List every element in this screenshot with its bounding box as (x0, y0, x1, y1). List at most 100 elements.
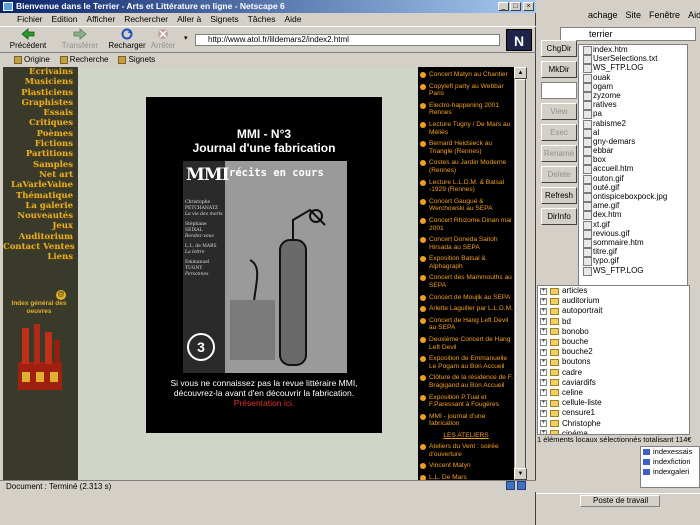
security-icon[interactable] (506, 481, 515, 490)
menu-signets[interactable]: Signets (210, 13, 238, 26)
ftp-button[interactable]: MkDir (541, 61, 577, 78)
expand-icon[interactable]: + (540, 358, 547, 366)
scrollbar-thumb[interactable] (515, 79, 526, 469)
folder-tree-item[interactable]: + bouche (538, 337, 689, 347)
event-link[interactable]: Concert des Mammouths au SEPA (418, 274, 514, 289)
recherche-button[interactable]: Recherche (59, 53, 108, 66)
ftp-file-item[interactable]: ogam (579, 82, 687, 92)
folder-tree-item[interactable]: + bouche2 (538, 347, 689, 357)
ftp-file-item[interactable]: ontispiceboxpock.jpg (579, 192, 687, 203)
menu-fichier[interactable]: Fichier (17, 13, 43, 26)
ftp-file-item[interactable]: pa (579, 109, 687, 120)
folder-tree-item[interactable]: + boutons (538, 357, 689, 367)
email-at-icon[interactable]: @ (56, 290, 66, 300)
expand-icon[interactable]: + (540, 420, 547, 428)
forward-button[interactable]: Transférer (60, 28, 100, 52)
left-nav-item[interactable]: Liens (3, 252, 78, 262)
ftp-file-item[interactable]: xt.gif (579, 220, 687, 230)
expand-icon[interactable]: + (540, 389, 547, 397)
folder-tree-item[interactable]: + caviardifs (538, 378, 689, 388)
ftp-button[interactable]: View (541, 103, 577, 120)
folder-tree-item[interactable]: + cadre (538, 368, 689, 378)
explorer-item[interactable]: indexfiction (641, 457, 699, 467)
left-nav-item[interactable]: Musiciens (3, 77, 78, 87)
event-link[interactable]: Electro-happening 2001 Rennes (418, 102, 514, 117)
folder-tree-item[interactable]: + bd (538, 317, 689, 327)
expand-icon[interactable]: + (540, 297, 547, 305)
event-link[interactable]: Concert Matyn au Chantier (418, 71, 514, 79)
expand-icon[interactable]: + (540, 409, 547, 417)
expand-icon[interactable]: + (540, 287, 547, 295)
origine-button[interactable]: Origine (14, 53, 50, 66)
ftp-file-item[interactable]: outé.gif (579, 183, 687, 194)
left-nav-item[interactable]: Graphistes (3, 98, 78, 108)
left-nav-item[interactable]: Fictions (3, 139, 78, 149)
maximize-icon[interactable]: □ (510, 2, 521, 11)
ftp-menu-site[interactable]: Site (626, 10, 642, 24)
left-nav-item[interactable]: Contact Ventes (3, 242, 78, 252)
ftp-button[interactable]: Exec (541, 124, 577, 141)
event-link[interactable]: Deuxième Concert de Hang Left Devil (418, 336, 514, 351)
expand-icon[interactable]: + (540, 369, 547, 377)
ftp-remote-file-list[interactable]: index.htm UserSelections.txt WS_FTP.LOG oua… (578, 44, 688, 289)
ftp-file-item[interactable]: index.htm (579, 45, 687, 56)
ftp-file-item[interactable]: revious.gif (579, 229, 687, 239)
menu-edition[interactable]: Edition (52, 13, 78, 26)
event-link[interactable]: Concert de Hang Left Devil au SEPA (418, 317, 514, 332)
ftp-file-item[interactable]: ame.gif (579, 201, 687, 212)
left-nav-item[interactable]: Essais (3, 108, 78, 118)
expand-icon[interactable]: + (540, 379, 547, 387)
ftp-file-item[interactable]: ouak (579, 73, 687, 83)
left-nav-item[interactable]: Thématique (3, 191, 78, 201)
expand-icon[interactable]: + (540, 318, 547, 326)
folder-tree-item[interactable]: + censure1 (538, 408, 689, 418)
atelier-link[interactable]: Ateliers du Vent : soirée d'ouverture (418, 443, 514, 458)
ftp-file-item[interactable]: gny-demars (579, 137, 687, 148)
folder-tree-item[interactable]: + articles (538, 286, 689, 296)
ftp-file-item[interactable]: outon.gif (579, 174, 687, 184)
expand-icon[interactable]: + (540, 338, 547, 346)
ftp-button[interactable]: Refresh (541, 187, 577, 204)
minimize-icon[interactable]: _ (498, 2, 509, 11)
ateliers-heading[interactable]: LES ATELIERS (418, 432, 514, 439)
ftp-button[interactable]: Delete (541, 166, 577, 183)
netscape-logo[interactable]: N (506, 29, 532, 51)
ftp-local-folder-tree[interactable]: + articles + auditorium + autoportrait + bd + bon… (537, 285, 690, 435)
ftp-file-item[interactable]: accueil.htm (579, 164, 687, 175)
left-nav-item[interactable]: Critiques (3, 118, 78, 128)
explorer-mini-list[interactable]: indexessais indexfiction indexgaleri (640, 446, 700, 488)
ftp-button[interactable]: Rename (541, 145, 577, 162)
expand-icon[interactable]: + (540, 348, 547, 356)
ftp-file-item[interactable]: zyzome (579, 91, 687, 102)
left-nav-item[interactable]: Auditorium (3, 232, 78, 242)
ftp-file-item[interactable]: WS_FTP.LOG (579, 63, 687, 74)
index-general-link[interactable]: Index général des oeuvres (3, 300, 75, 316)
left-nav-item[interactable]: Samples (3, 160, 78, 170)
ftp-file-item[interactable]: ratives (579, 100, 687, 111)
url-input[interactable]: http://www.atol.fr/lildemars2/index2.htm… (195, 34, 500, 46)
url-dropdown-icon[interactable]: ▾ (184, 34, 192, 46)
online-icon[interactable] (517, 481, 526, 490)
ftp-file-item[interactable]: titre.gif (579, 247, 687, 258)
ftp-file-item[interactable]: sommaire.htm (579, 238, 687, 249)
ftp-button[interactable]: ChgDir (541, 40, 577, 57)
ftp-menu-aide[interactable]: Aide (688, 10, 700, 24)
folder-tree-item[interactable]: + auditorium (538, 296, 689, 306)
event-link[interactable]: Arlette Laguiller par L.L.D.M. (418, 305, 514, 313)
reload-button[interactable]: Recharger (108, 28, 146, 52)
atelier-link[interactable]: Vincent Matyn (418, 462, 514, 470)
ftp-file-item[interactable]: dex.htm (579, 210, 687, 221)
left-nav-item[interactable]: La galerie (3, 201, 78, 211)
event-link[interactable]: Exposition P.Tual et F.Paressant à Fougè… (418, 394, 514, 409)
stop-button[interactable]: Arrêter (148, 28, 178, 52)
ftp-file-item[interactable]: ebbar (579, 146, 687, 157)
close-icon[interactable]: × (523, 2, 534, 11)
expand-icon[interactable]: + (540, 307, 547, 315)
event-link[interactable]: Bernard Heidsieck au Triangle (Rennes) (418, 140, 514, 155)
left-nav-item[interactable]: Plasticiens (3, 88, 78, 98)
taskbar-item-poste-de-travail[interactable]: Poste de travail (580, 495, 660, 507)
event-link[interactable]: Exposition Batsal & Alphagraph (418, 255, 514, 270)
scroll-down-icon[interactable]: ▼ (514, 468, 527, 480)
menu-rechercher[interactable]: Rechercher (124, 13, 168, 26)
ftp-file-item[interactable]: WS_FTP.LOG (579, 266, 687, 276)
